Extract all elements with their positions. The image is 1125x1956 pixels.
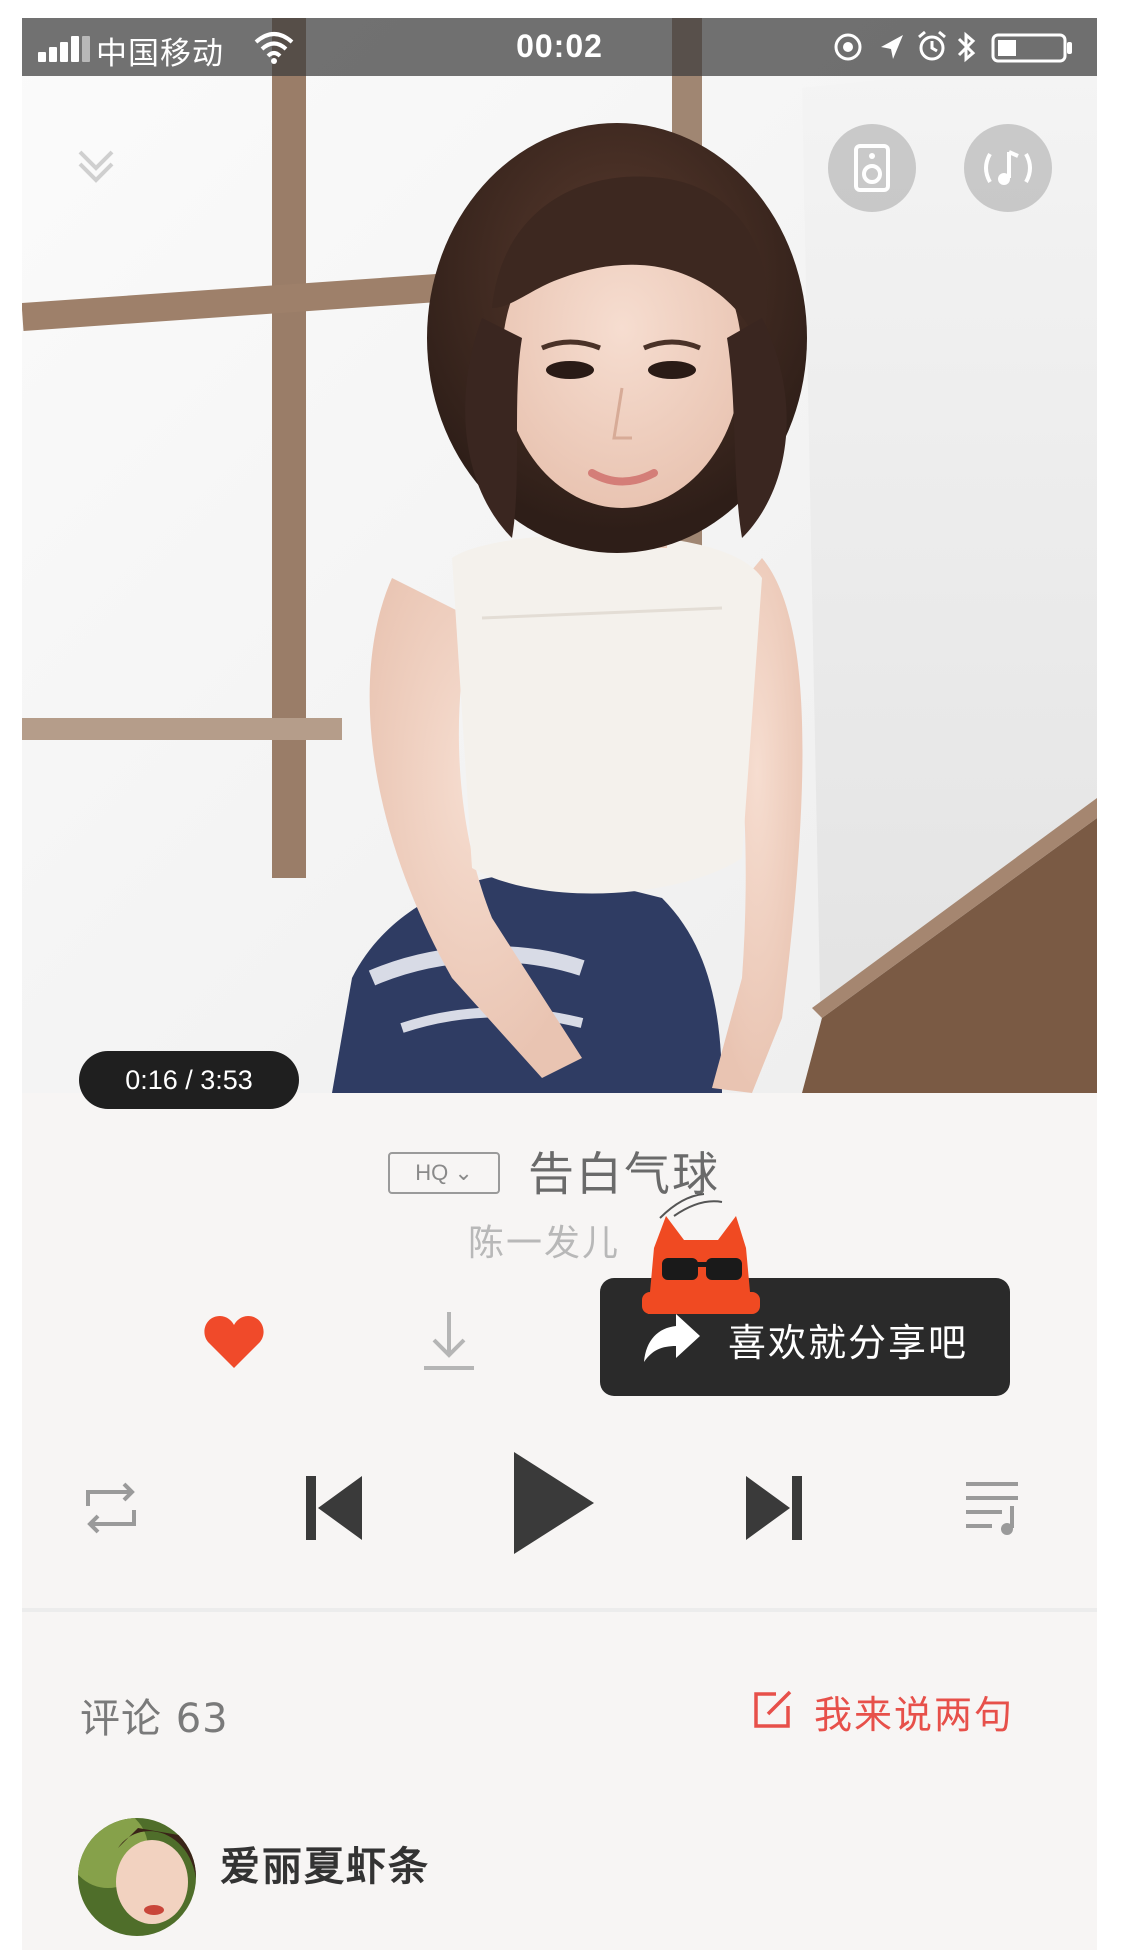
edit-icon (754, 1690, 792, 1728)
collapse-icon[interactable] (66, 138, 126, 198)
speaker-button[interactable] (828, 124, 916, 212)
playback-time: 0:16 / 3:53 (79, 1051, 299, 1109)
location-icon (881, 35, 903, 59)
avatar-image (78, 1818, 196, 1936)
play-icon[interactable] (510, 1448, 596, 1558)
cat-mascot-icon (642, 1193, 760, 1314)
avatar[interactable] (78, 1818, 196, 1936)
repeat-icon[interactable] (78, 1480, 144, 1536)
comment-username[interactable]: 爱丽夏虾条 (220, 1834, 430, 1892)
sound-effect-button[interactable] (964, 124, 1052, 212)
song-info: HQ ⌄ 告白气球 (22, 1138, 1097, 1208)
quality-selector[interactable]: HQ ⌄ (388, 1152, 500, 1194)
playlist-icon[interactable] (962, 1476, 1022, 1538)
section-divider (22, 1608, 1097, 1612)
download-icon[interactable] (420, 1308, 478, 1374)
bluetooth-icon (957, 31, 976, 63)
alarm-icon (918, 30, 946, 61)
speaker-icon (854, 144, 890, 192)
battery-icon (991, 33, 1072, 63)
share-tooltip-text: 喜欢就分享吧 (728, 1321, 969, 1365)
next-icon[interactable] (742, 1468, 806, 1548)
previous-icon[interactable] (302, 1468, 366, 1548)
sound-effect-icon (984, 150, 1032, 185)
like-heart-icon[interactable] (202, 1314, 266, 1370)
write-comment-button[interactable]: 我来说两句 (750, 1682, 1060, 1738)
album-photo (22, 18, 1097, 1093)
phone-screen: 中国移动 00:02 0:16 / 3:53 HQ ⌄ 告白气球 陈一发儿 喜欢… (22, 18, 1097, 1950)
album-photo-image (22, 18, 1097, 1093)
artist-name[interactable]: 陈一发儿 (468, 1214, 620, 1266)
status-bar: 中国移动 00:02 (22, 18, 1097, 76)
write-comment-label: 我来说两句 (814, 1693, 1015, 1737)
location-lock-icon (834, 33, 862, 61)
status-icons (831, 27, 1081, 67)
comments-count[interactable]: 评论 63 (80, 1686, 229, 1744)
